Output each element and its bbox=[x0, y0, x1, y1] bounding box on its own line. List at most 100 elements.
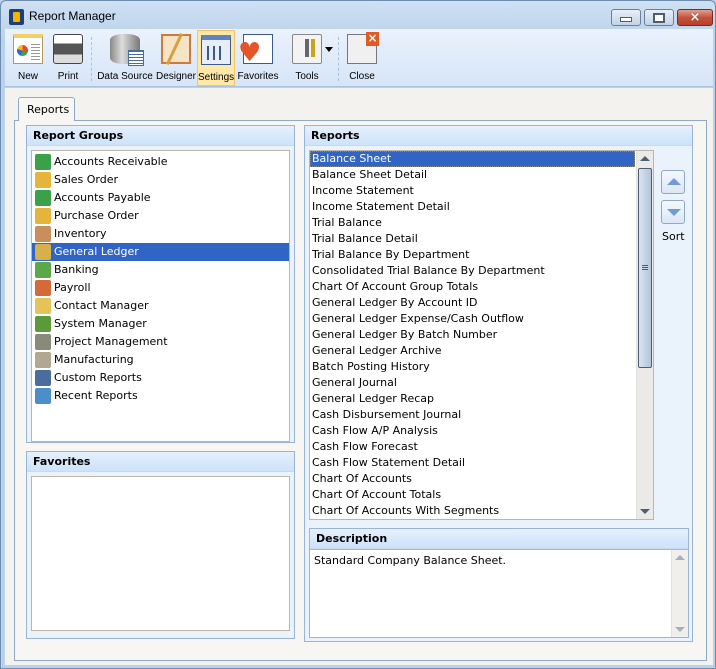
description-text: Standard Company Balance Sheet. bbox=[314, 554, 507, 567]
favorites-header: Favorites bbox=[27, 452, 294, 472]
triangle-down-icon bbox=[667, 209, 681, 216]
data-source-button[interactable]: Data Source bbox=[95, 30, 155, 86]
print-button[interactable]: Print bbox=[49, 30, 87, 86]
report-group-item[interactable]: General Ledger bbox=[32, 243, 289, 261]
report-item[interactable]: General Ledger By Account ID bbox=[310, 295, 653, 311]
new-button[interactable]: New bbox=[9, 30, 47, 86]
sort-up-button[interactable] bbox=[661, 170, 685, 194]
triangle-up-icon bbox=[667, 178, 681, 185]
scroll-thumb[interactable] bbox=[638, 168, 652, 369]
report-item[interactable]: Cash Flow A/P Analysis bbox=[310, 423, 653, 439]
close-button[interactable]: Close bbox=[342, 30, 382, 86]
close-window-button[interactable]: × bbox=[677, 9, 713, 26]
report-item[interactable]: Trial Balance bbox=[310, 215, 653, 231]
report-group-item[interactable]: Payroll bbox=[32, 279, 289, 297]
tools-dropdown-arrow-icon[interactable] bbox=[325, 47, 333, 52]
reports-scrollbar[interactable] bbox=[636, 151, 653, 519]
tools-button[interactable]: Tools bbox=[286, 30, 328, 86]
data-source-label: Data Source bbox=[97, 71, 153, 82]
new-label: New bbox=[17, 71, 38, 82]
report-item[interactable]: Cash Flow Statement Detail bbox=[310, 455, 653, 471]
favorites-list[interactable] bbox=[31, 476, 290, 631]
report-item[interactable]: Income Statement Detail bbox=[310, 199, 653, 215]
report-group-label: Inventory bbox=[54, 227, 107, 240]
close-label: Close bbox=[349, 71, 375, 82]
sales-order-icon bbox=[35, 172, 51, 188]
maximize-button[interactable] bbox=[644, 9, 674, 26]
designer-icon bbox=[161, 34, 191, 64]
report-groups-header: Report Groups bbox=[27, 126, 294, 146]
maximize-icon bbox=[645, 10, 673, 25]
report-item[interactable]: Chart Of Accounts With Segments bbox=[310, 503, 653, 519]
report-group-label: Payroll bbox=[54, 281, 91, 294]
project-management-icon bbox=[35, 334, 51, 350]
report-item[interactable]: Chart Of Account Totals bbox=[310, 487, 653, 503]
report-group-item[interactable]: Manufacturing bbox=[32, 351, 289, 369]
favorites-heart-icon bbox=[238, 34, 273, 66]
system-manager-icon bbox=[35, 316, 51, 332]
report-item[interactable]: Chart Of Account Group Totals bbox=[310, 279, 653, 295]
print-label: Print bbox=[57, 71, 79, 82]
favorites-label: Favorites bbox=[237, 71, 279, 82]
report-item[interactable]: Cash Disbursement Journal bbox=[310, 407, 653, 423]
report-item[interactable]: General Ledger Expense/Cash Outflow bbox=[310, 311, 653, 327]
title-bar[interactable]: Report Manager × bbox=[1, 1, 715, 31]
report-item[interactable]: Income Statement bbox=[310, 183, 653, 199]
toolbar-separator bbox=[338, 37, 339, 81]
printer-icon bbox=[53, 34, 83, 64]
inventory-icon bbox=[35, 226, 51, 242]
report-item[interactable]: Chart Of Accounts bbox=[310, 471, 653, 487]
report-item[interactable]: Trial Balance Detail bbox=[310, 231, 653, 247]
report-group-label: Recent Reports bbox=[54, 389, 138, 402]
app-icon bbox=[9, 9, 24, 25]
report-group-item[interactable]: Contact Manager bbox=[32, 297, 289, 315]
report-group-label: Project Management bbox=[54, 335, 168, 348]
report-item[interactable]: Trial Balance By Department bbox=[310, 247, 653, 263]
reports-tab-page: Report Groups Accounts Receivable Sales O… bbox=[14, 120, 707, 661]
settings-label: Settings bbox=[198, 72, 235, 83]
report-group-item[interactable]: Banking bbox=[32, 261, 289, 279]
report-group-item[interactable]: Accounts Receivable bbox=[32, 153, 289, 171]
scroll-down-arrow-icon[interactable] bbox=[640, 509, 650, 514]
scroll-down-arrow-icon[interactable] bbox=[675, 627, 685, 632]
settings-button[interactable]: Settings bbox=[197, 30, 235, 86]
reports-panel: Reports Balance Sheet Balance Sheet Detai… bbox=[304, 125, 693, 642]
description-panel: Description Standard Company Balance She… bbox=[309, 528, 689, 638]
reports-list[interactable]: Balance Sheet Balance Sheet Detail Income … bbox=[309, 150, 654, 520]
report-groups-list[interactable]: Accounts Receivable Sales Order Accounts P… bbox=[31, 150, 290, 442]
tools-icon bbox=[292, 34, 322, 64]
report-group-item[interactable]: System Manager bbox=[32, 315, 289, 333]
report-item[interactable]: Balance Sheet bbox=[310, 151, 635, 167]
description-text-area[interactable]: Standard Company Balance Sheet. bbox=[310, 549, 688, 637]
close-report-icon bbox=[347, 32, 379, 64]
scroll-up-arrow-icon[interactable] bbox=[640, 156, 650, 161]
report-group-item[interactable]: Project Management bbox=[32, 333, 289, 351]
accounts-payable-icon bbox=[35, 190, 51, 206]
report-group-item[interactable]: Purchase Order bbox=[32, 207, 289, 225]
scroll-up-arrow-icon[interactable] bbox=[675, 555, 685, 560]
banking-icon bbox=[35, 262, 51, 278]
report-item[interactable]: General Ledger By Batch Number bbox=[310, 327, 653, 343]
report-item[interactable]: General Ledger Archive bbox=[310, 343, 653, 359]
report-group-item[interactable]: Accounts Payable bbox=[32, 189, 289, 207]
report-group-item[interactable]: Sales Order bbox=[32, 171, 289, 189]
report-group-label: Manufacturing bbox=[54, 353, 134, 366]
report-item[interactable]: General Journal bbox=[310, 375, 653, 391]
report-group-item[interactable]: Recent Reports bbox=[32, 387, 289, 405]
report-item[interactable]: Cash Flow Forecast bbox=[310, 439, 653, 455]
report-item[interactable]: Batch Posting History bbox=[310, 359, 653, 375]
report-item[interactable]: Balance Sheet Detail bbox=[310, 167, 653, 183]
database-icon bbox=[110, 34, 144, 66]
payroll-icon bbox=[35, 280, 51, 296]
report-item[interactable]: Consolidated Trial Balance By Department bbox=[310, 263, 653, 279]
sort-down-button[interactable] bbox=[661, 200, 685, 224]
designer-button[interactable]: Designer bbox=[155, 30, 197, 86]
report-group-item[interactable]: Custom Reports bbox=[32, 369, 289, 387]
report-item[interactable]: General Ledger Recap bbox=[310, 391, 653, 407]
tab-reports[interactable]: Reports bbox=[18, 97, 75, 121]
general-ledger-icon bbox=[35, 244, 51, 260]
report-group-item[interactable]: Inventory bbox=[32, 225, 289, 243]
favorites-button[interactable]: Favorites bbox=[236, 30, 280, 86]
description-scrollbar[interactable] bbox=[671, 550, 688, 637]
minimize-button[interactable] bbox=[611, 9, 641, 26]
